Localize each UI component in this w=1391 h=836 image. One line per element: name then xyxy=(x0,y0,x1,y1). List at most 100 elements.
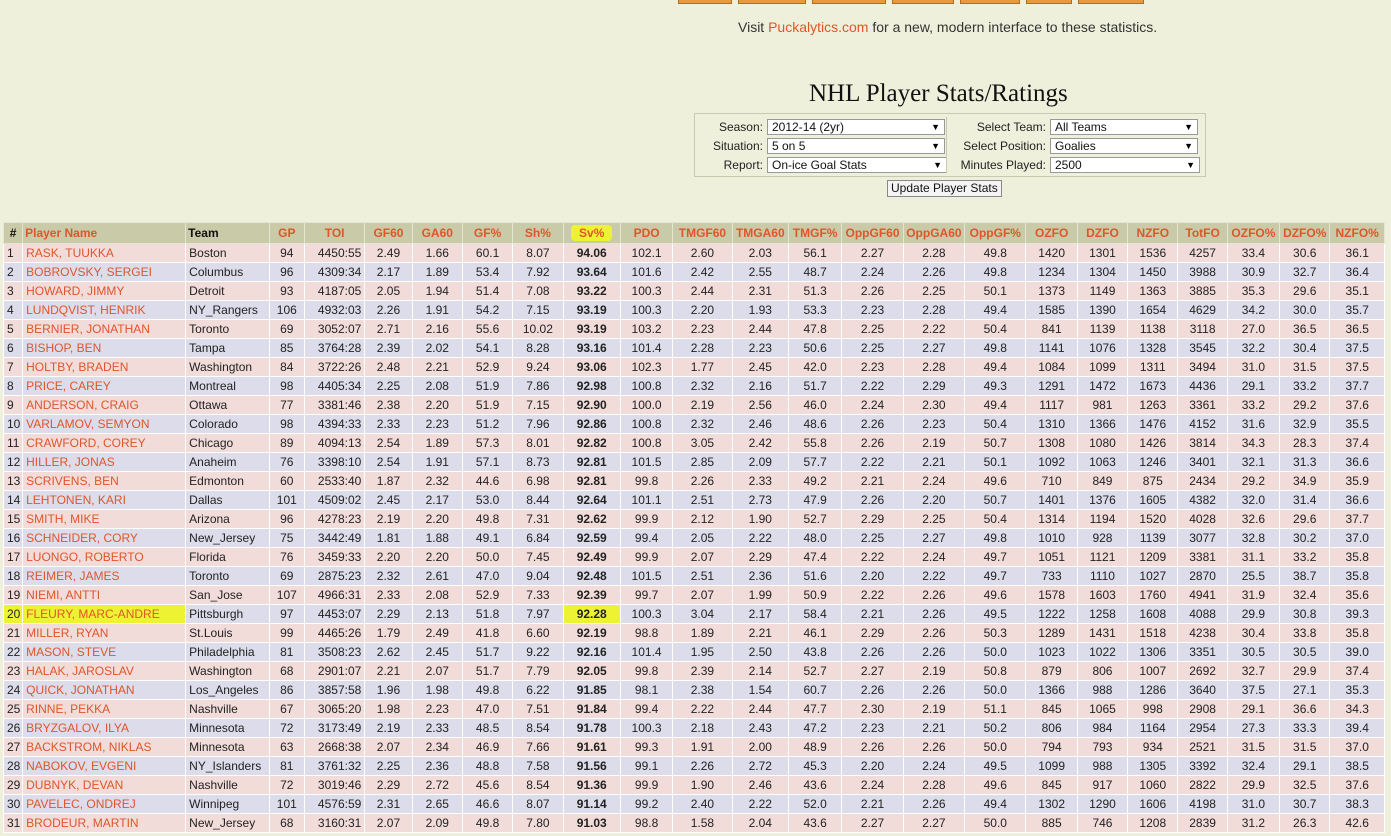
stat-cell: 4198 xyxy=(1177,794,1228,814)
player-name-link[interactable]: LEHTONEN, KARI xyxy=(22,490,187,510)
player-name-link[interactable]: FLEURY, MARC-ANDRE xyxy=(22,604,187,624)
column-header[interactable]: TMGF60 xyxy=(672,222,733,244)
stat-cell: 2.08 xyxy=(411,376,463,396)
top-nav-button[interactable] xyxy=(1026,0,1072,4)
column-header[interactable]: GA60 xyxy=(411,222,463,244)
season-select-value: 2012-14 (2yr) xyxy=(772,119,845,134)
column-header[interactable]: GF60 xyxy=(364,222,413,244)
stat-cell: 2.23 xyxy=(841,300,904,320)
top-nav-button[interactable] xyxy=(892,0,954,4)
season-select[interactable]: 2012-14 (2yr) ▼ xyxy=(767,118,945,135)
column-header[interactable]: DZFO% xyxy=(1279,222,1331,244)
column-header[interactable]: DZFO xyxy=(1076,222,1129,244)
stat-cell: 2.25 xyxy=(841,319,904,339)
column-header[interactable]: GF% xyxy=(461,222,514,244)
stat-cell: 3019:46 xyxy=(303,775,366,795)
player-name-link[interactable]: RASK, TUUKKA xyxy=(22,243,187,263)
column-header[interactable]: OppGF% xyxy=(964,222,1027,244)
top-nav-button[interactable] xyxy=(678,0,732,4)
player-name-link[interactable]: HALAK, JAROSLAV xyxy=(22,661,187,681)
column-header[interactable]: OZFO% xyxy=(1226,222,1281,244)
column-header[interactable]: NZFO% xyxy=(1329,222,1385,244)
stat-cell: 4465:26 xyxy=(303,623,366,643)
page-title: NHL Player Stats/Ratings xyxy=(809,80,1068,107)
report-select[interactable]: On-ice Goal Stats ▼ xyxy=(767,156,947,173)
player-name-link[interactable]: HOLTBY, BRADEN xyxy=(22,357,187,377)
column-header[interactable]: TotFO xyxy=(1177,222,1228,244)
player-name-link[interactable]: PAVELEC, ONDREJ xyxy=(22,794,187,814)
player-name-link[interactable]: REIMER, JAMES xyxy=(22,566,187,586)
stat-cell: 2.16 xyxy=(411,319,463,339)
column-header[interactable]: TMGF% xyxy=(787,222,843,244)
puckalytics-link[interactable]: Puckalytics.com xyxy=(768,19,868,35)
player-name-link[interactable]: ANDERSON, CRAIG xyxy=(22,395,187,415)
stat-cell: 69 xyxy=(268,566,305,586)
stat-cell: 2.22 xyxy=(672,699,733,719)
player-name-link[interactable]: RINNE, PEKKA xyxy=(22,699,187,719)
player-name-link[interactable]: BRYZGALOV, ILYA xyxy=(22,718,187,738)
stat-cell: 1022 xyxy=(1076,642,1129,662)
player-name-link[interactable]: MASON, STEVE xyxy=(22,642,187,662)
column-header[interactable]: TMGA60 xyxy=(731,222,789,244)
player-name-link[interactable]: BERNIER, JONATHAN xyxy=(22,319,187,339)
player-name-link[interactable]: QUICK, JONATHAN xyxy=(22,680,187,700)
top-nav-button[interactable] xyxy=(738,0,806,4)
player-name-link[interactable]: BOBROVSKY, SERGEI xyxy=(22,262,187,282)
top-nav-button[interactable] xyxy=(960,0,1020,4)
player-name-link[interactable]: SCHNEIDER, CORY xyxy=(22,528,187,548)
column-header[interactable]: OppGF60 xyxy=(841,222,904,244)
stat-cell: 4238 xyxy=(1177,623,1228,643)
player-name-link[interactable]: SCRIVENS, BEN xyxy=(22,471,187,491)
player-name-link[interactable]: PRICE, CAREY xyxy=(22,376,187,396)
column-header[interactable]: NZFO xyxy=(1127,222,1179,244)
stat-cell: 49.4 xyxy=(964,794,1027,814)
stat-cell: 99.8 xyxy=(619,471,674,491)
column-header[interactable]: Sv% xyxy=(562,222,621,244)
stat-cell: 36.1 xyxy=(1329,243,1385,263)
player-name-link[interactable]: NIEMI, ANTTI xyxy=(22,585,187,605)
column-header[interactable]: PDO xyxy=(619,222,674,244)
top-nav-button[interactable] xyxy=(812,0,886,4)
minutes-select[interactable]: 2500 ▼ xyxy=(1050,156,1200,173)
stat-cell: 86 xyxy=(268,680,305,700)
stat-cell: 1363 xyxy=(1127,281,1179,301)
player-name-link[interactable]: LUONGO, ROBERTO xyxy=(22,547,187,567)
stat-cell: 51.6 xyxy=(787,566,843,586)
stat-cell: 30.0 xyxy=(1279,300,1331,320)
player-name-link[interactable]: NABOKOV, EVGENI xyxy=(22,756,187,776)
column-header[interactable]: Sh% xyxy=(512,222,564,244)
column-header[interactable]: GP xyxy=(268,222,305,244)
stat-cell: 50.7 xyxy=(964,490,1027,510)
column-header[interactable]: TOI xyxy=(303,222,366,244)
stat-cell: 107 xyxy=(268,585,305,605)
team-select[interactable]: All Teams ▼ xyxy=(1050,118,1198,135)
situation-select[interactable]: 5 on 5 ▼ xyxy=(767,137,945,154)
row-number: 25 xyxy=(2,699,24,719)
stat-cell: 57.1 xyxy=(461,452,514,472)
player-name-link[interactable]: MILLER, RYAN xyxy=(22,623,187,643)
column-header[interactable]: OZFO xyxy=(1025,222,1078,244)
position-select[interactable]: Goalies ▼ xyxy=(1050,137,1198,154)
column-header[interactable]: OppGA60 xyxy=(902,222,966,244)
stat-cell: 2.25 xyxy=(841,338,904,358)
player-name-link[interactable]: DUBNYK, DEVAN xyxy=(22,775,187,795)
sv-pct-cell: 92.16 xyxy=(562,642,621,662)
column-header[interactable]: Player Name xyxy=(22,222,187,244)
player-name-link[interactable]: LUNDQVIST, HENRIK xyxy=(22,300,187,320)
stat-cell: 806 xyxy=(1076,661,1129,681)
player-name-link[interactable]: HILLER, JONAS xyxy=(22,452,187,472)
player-name-link[interactable]: HOWARD, JIMMY xyxy=(22,281,187,301)
stat-cell: 33.2 xyxy=(1279,547,1331,567)
player-name-link[interactable]: VARLAMOV, SEMYON xyxy=(22,414,187,434)
stat-cell: 101.6 xyxy=(619,262,674,282)
player-name-link[interactable]: SMITH, MIKE xyxy=(22,509,187,529)
player-name-link[interactable]: BACKSTROM, NIKLAS xyxy=(22,737,187,757)
position-label: Select Position: xyxy=(963,138,1046,153)
player-name-link[interactable]: BRODEUR, MARTIN xyxy=(22,813,187,833)
player-name-link[interactable]: BISHOP, BEN xyxy=(22,338,187,358)
stat-cell: 3398:10 xyxy=(303,452,366,472)
stat-cell: 3545 xyxy=(1177,338,1228,358)
update-player-stats-button[interactable]: Update Player Stats xyxy=(887,180,1002,197)
player-name-link[interactable]: CRAWFORD, COREY xyxy=(22,433,187,453)
top-nav-button[interactable] xyxy=(1078,0,1144,4)
